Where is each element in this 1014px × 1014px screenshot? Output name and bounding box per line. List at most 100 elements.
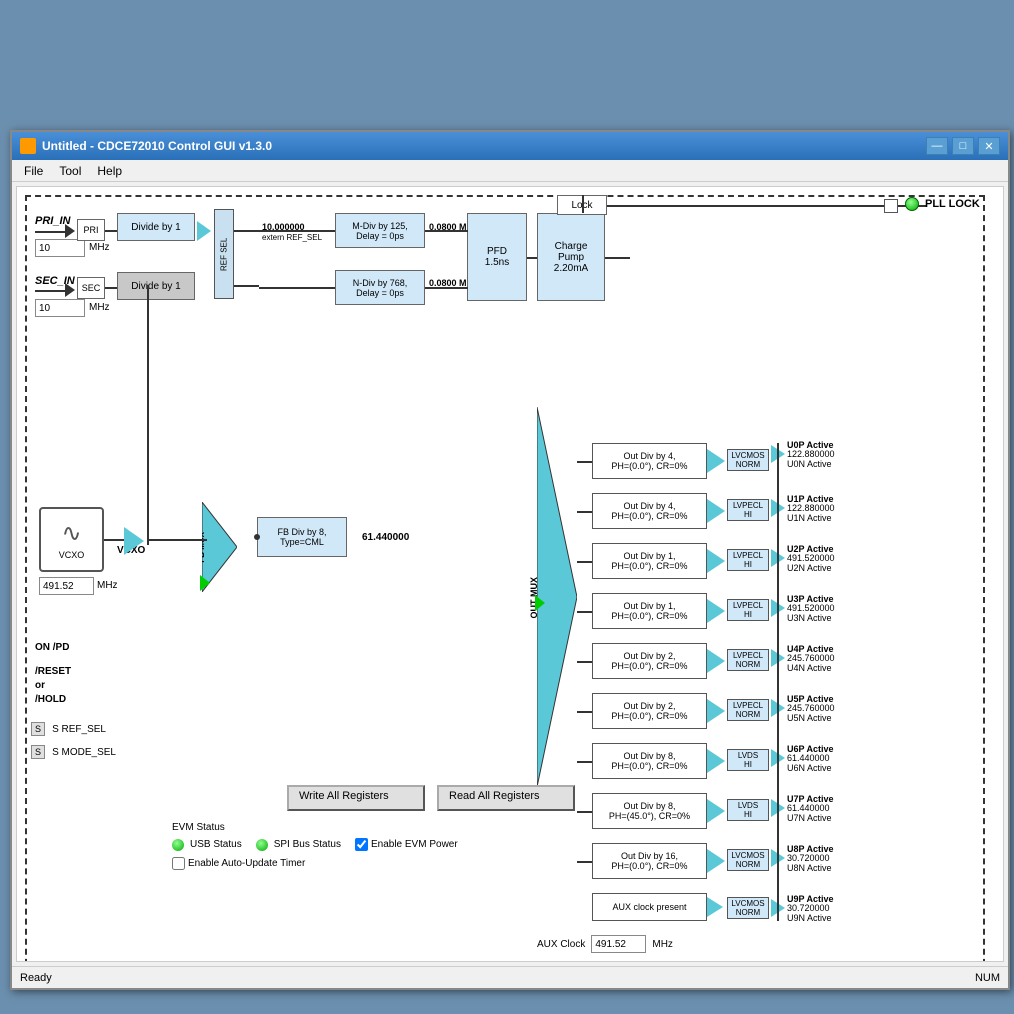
arrow-u3 [707,599,725,623]
outdiv-u5[interactable]: Out Div by 2,PH=(0.0°), CR=0% [592,693,707,729]
junction-dot [254,534,260,540]
u2n-label: U2N Active [787,563,832,573]
outdiv-u7[interactable]: Out Div by 8,PH=(45.0°), CR=0% [592,793,707,829]
line-vcxo-out [104,539,124,541]
title-bar: Untitled - CDCE72010 Control GUI v1.3.0 … [12,132,1008,160]
maximize-button[interactable]: □ [952,137,974,155]
ref-sel-pin-container: S S REF_SEL [31,722,106,736]
divide-by-1a[interactable]: Divide by 1 [117,213,195,241]
pri-unit: MHz [89,242,110,253]
sec-freq-input[interactable]: 10 [35,299,85,317]
ref-sel-s-badge: S [31,722,45,736]
aux-clock-input[interactable]: 491.52 [591,935,646,953]
write-all-btn[interactable]: Write All Registers [287,785,425,811]
line-sec-div [105,287,117,289]
menu-tool[interactable]: Tool [51,162,89,180]
vline-right-main [777,443,779,921]
outdiv-u3[interactable]: Out Div by 1,PH=(0.0°), CR=0% [592,593,707,629]
mdiv-block[interactable]: M-Div by 125,Delay = 0ps [335,213,425,248]
arrow-u1 [707,499,725,523]
spi-status-label: SPI Bus Status [274,839,341,850]
type-u2: LVPECLHI [727,549,769,571]
u6p-freq: 61.440000 [787,753,830,763]
app-icon [20,138,36,154]
outdiv-u8[interactable]: Out Div by 16,PH=(0.0°), CR=0% [592,843,707,879]
pll-lock-checkbox[interactable] [884,199,898,213]
type-u9: LVCMOSNORM [727,897,769,919]
status-bar: Ready NUM [12,966,1008,988]
evm-status-row: USB Status SPI Bus Status Enable EVM Pow… [172,838,458,851]
pll-lock-container: PLL LOCK [905,197,980,211]
auto-update-checkbox[interactable]: Enable Auto-Update Timer [172,857,305,870]
aux-clock-unit: MHz [652,939,673,950]
arrow-u4 [707,649,725,673]
type-u3: LVPECLHI [727,599,769,621]
divide-by-1b[interactable]: Divide by 1 [117,272,195,300]
sec-block[interactable]: SEC [77,277,105,299]
ref-sel-block[interactable]: REF SEL [214,209,234,299]
line-mux-u0 [577,461,592,463]
arrow-u5 [707,699,725,723]
vcxo-freq-input[interactable]: 491.52 [39,577,94,595]
evm-status-section: EVM Status USB Status SPI Bus Status Ena… [172,822,458,873]
u3p-freq: 491.520000 [787,603,835,613]
outdiv-u9[interactable]: AUX clock present [592,893,707,921]
arrow-u9 [707,897,723,917]
menu-bar: File Tool Help [12,160,1008,182]
pll-lock-led [905,197,919,211]
line-to-mdiv [259,230,335,232]
pri-line [35,231,65,233]
vcxo-unit: MHz [97,580,118,591]
outdiv-u1[interactable]: Out Div by 4,PH=(0.0°), CR=0% [592,493,707,529]
arrow-u2 [707,549,725,573]
outdiv-u6[interactable]: Out Div by 8,PH=(0.0°), CR=0% [592,743,707,779]
mode-sel-pin-label: S MODE_SEL [52,747,116,758]
fb-div-block[interactable]: FB Div by 8,Type=CML [257,517,347,557]
enable-evm-checkbox[interactable]: Enable EVM Power [355,838,458,851]
line-mux-u4 [577,661,592,663]
reset-label: /RESETor/HOLD [35,665,71,707]
outdiv-u4[interactable]: Out Div by 2,PH=(0.0°), CR=0% [592,643,707,679]
auto-update-check[interactable] [172,857,185,870]
on-vpd-label: ON /PD [35,642,69,653]
diagram: PRI_IN 10 MHz PRI SEC_IN 10 MHz SEC [17,187,1003,961]
menu-file[interactable]: File [16,162,51,180]
read-all-btn[interactable]: Read All Registers [437,785,575,811]
type-u5: LVPECLNORM [727,699,769,721]
evm-status-label: EVM Status [172,822,458,833]
line-to-pll [607,205,927,207]
u1n-label: U1N Active [787,513,832,523]
vcxo-box[interactable]: ∿ VCXO [39,507,104,572]
close-button[interactable]: ✕ [978,137,1000,155]
line-mux-u8 [577,861,592,863]
u5n-label: U5N Active [787,713,832,723]
ref-sel-pin-label: S REF_SEL [52,724,106,735]
mode-sel-pin-container: S S MODE_SEL [31,745,116,759]
menu-help[interactable]: Help [89,162,130,180]
ndiv-block[interactable]: N-Div by 768,Delay = 0ps [335,270,425,305]
line-to-ndiv [259,287,335,289]
arrow-u6 [707,749,725,773]
enable-evm-check[interactable] [355,838,368,851]
mode-sel-s-badge: S [31,745,45,759]
sec-unit: MHz [89,302,110,313]
u6n-label: U6N Active [787,763,832,773]
pri-block[interactable]: PRI [77,219,105,241]
pfd-block[interactable]: PFD1.5ns [467,213,527,301]
pri-freq-input[interactable]: 10 [35,239,85,257]
line-ref1 [234,230,259,232]
u1p-freq: 122.880000 [787,503,835,513]
auto-update-label: Enable Auto-Update Timer [188,858,305,869]
u0n-label: U0N Active [787,459,832,469]
out-green-arrow [535,595,545,611]
title-bar-left: Untitled - CDCE72010 Control GUI v1.3.0 [20,138,272,154]
sec-line [35,290,65,292]
u7p-freq: 61.440000 [787,803,830,813]
outdiv-u0[interactable]: Out Div by 4,PH=(0.0°), CR=0% [592,443,707,479]
outdiv-u2[interactable]: Out Div by 1,PH=(0.0°), CR=0% [592,543,707,579]
spi-status-led [256,839,268,851]
charge-pump-block[interactable]: ChargePump2.20mA [537,213,605,301]
usb-status-led [172,839,184,851]
window-title: Untitled - CDCE72010 Control GUI v1.3.0 [42,139,272,153]
minimize-button[interactable]: — [926,137,948,155]
